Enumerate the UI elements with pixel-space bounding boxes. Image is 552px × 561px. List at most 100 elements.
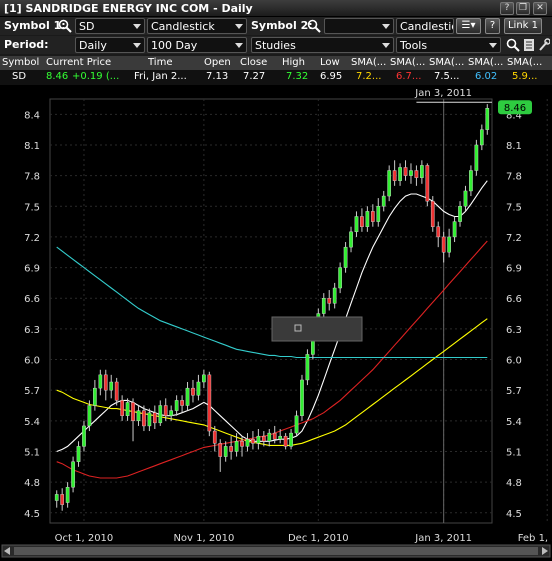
tools-select[interactable]: Tools	[396, 37, 501, 53]
candle-body	[202, 374, 206, 383]
quote-high: 7.32	[286, 71, 309, 82]
price-chart[interactable]: 4.5 4.5 4.8 4.8 5.1 5.1 5.4 5.4 5.7 5.7 6.0 6.0 6.3 6…	[0, 85, 552, 561]
restore-icon[interactable]: ❐	[516, 2, 530, 15]
candle-body	[474, 144, 479, 171]
menu-button[interactable]: ☰▾	[456, 18, 481, 34]
candle-body	[463, 190, 468, 207]
candle-body	[136, 410, 141, 422]
candle-body	[283, 435, 288, 447]
window-title: [1] SANDRIDGE ENERGY INC COM - Daily	[4, 2, 253, 15]
quote-symbol: SD	[12, 71, 27, 82]
candle-body	[152, 412, 157, 424]
candle-body	[109, 381, 114, 391]
candle-body	[207, 374, 212, 432]
quote-sma4: 6.02	[475, 71, 498, 82]
studies-value: Studies	[255, 39, 296, 52]
candle-body	[234, 441, 239, 452]
x-tick-label: Oct 1, 2010	[55, 533, 114, 544]
y-tick-label: 6.3	[24, 325, 40, 336]
candle-body	[409, 170, 413, 176]
candle-body	[251, 439, 255, 444]
symbol2-input[interactable]	[324, 18, 394, 34]
period-row: Period: Daily 100 Day Studies Tools	[0, 36, 552, 54]
y-tick-label: 6.9	[506, 264, 522, 275]
link-button[interactable]: Link 1	[504, 18, 542, 34]
y-tick-label: 5.7	[24, 386, 40, 397]
candle-body	[392, 170, 397, 181]
candle-body	[82, 425, 86, 447]
quote-header-cell: SMA(...	[390, 57, 426, 68]
y-tick-label: 4.8	[506, 478, 522, 489]
candle-body	[103, 374, 108, 391]
chevron-down-icon	[382, 43, 390, 48]
candle-body	[272, 432, 277, 440]
close-icon[interactable]: ✕	[533, 2, 547, 15]
help-icon[interactable]: ?	[500, 2, 514, 15]
help-button[interactable]: ?	[485, 18, 500, 34]
candle-body	[485, 107, 490, 130]
quote-header-cell: Open	[204, 57, 231, 68]
quote-header-cell: High	[282, 57, 305, 68]
quote-sma1: 7.2...	[356, 71, 382, 82]
candle-body	[229, 446, 233, 452]
candle-body	[65, 487, 70, 503]
quote-close: 7.27	[243, 71, 266, 82]
candle-body	[256, 435, 261, 444]
candle-body	[479, 129, 484, 146]
candle-body	[398, 167, 402, 181]
y-tick-label: 5.4	[506, 417, 522, 428]
y-tick-label: 6.3	[506, 325, 522, 336]
search-icon[interactable]	[307, 19, 321, 36]
candle-body	[131, 402, 135, 422]
zoom-icon[interactable]	[506, 38, 520, 55]
y-tick-label: 8.4	[24, 110, 40, 121]
candle-body	[300, 379, 304, 416]
candle-body	[169, 410, 174, 416]
candle-body	[327, 298, 332, 304]
y-tick-label: 6.9	[24, 264, 40, 275]
quote-row[interactable]: SD 8.46 +0.19 (... Fri, Jan 2... 7.13 7.…	[0, 70, 552, 85]
search-icon[interactable]	[58, 19, 72, 36]
candle-body	[332, 287, 337, 304]
y-tick-label: 7.5	[506, 202, 522, 213]
chart-type2-select[interactable]: Candlestick	[396, 18, 454, 34]
x-tick-label: Dec 1, 2010	[288, 533, 349, 544]
y-tick-label: 5.1	[506, 447, 522, 458]
wrench-icon[interactable]	[538, 38, 551, 55]
quote-time: Fri, Jan 2...	[134, 71, 187, 82]
candle-body	[87, 405, 92, 427]
candle-body	[430, 200, 435, 227]
price-chart-svg[interactable]: 4.5 4.5 4.8 4.8 5.1 5.1 5.4 5.4 5.7 5.7 6.0 6.0 6.3 6…	[0, 85, 552, 561]
window-titlebar: [1] SANDRIDGE ENERGY INC COM - Daily ? ❐…	[0, 0, 552, 17]
period-select[interactable]: Daily	[75, 37, 145, 53]
quote-price: 8.46	[46, 71, 69, 82]
candle-body	[120, 400, 124, 416]
quote-header: Symbol Current Price Time Open Close Hig…	[0, 56, 552, 70]
candle-body	[54, 494, 59, 501]
candle-body	[436, 226, 441, 238]
candle-body	[98, 374, 103, 389]
x-tick-label: Feb 1, 2011	[518, 533, 552, 544]
quote-header-cell: SMA(...	[429, 57, 465, 68]
range-select[interactable]: 100 Day	[147, 37, 247, 53]
symbol1-input[interactable]: SD	[75, 18, 145, 34]
candle-body	[185, 387, 190, 406]
y-tick-label: 8.1	[506, 141, 522, 152]
chart-type1-select[interactable]: Candlestick	[147, 18, 247, 34]
chevron-down-icon	[489, 43, 497, 48]
y-tick-label: 5.4	[24, 417, 40, 428]
candle-body	[441, 236, 446, 253]
symbol-row: Symbol 1: SD Candlestick Symbol 2: Candl…	[0, 17, 552, 35]
candle-body	[338, 267, 342, 289]
y-tick-label: 5.1	[24, 447, 40, 458]
candle-body	[458, 206, 462, 222]
period-label: Period:	[4, 38, 49, 51]
studies-select[interactable]: Studies	[251, 37, 394, 53]
settings-icon[interactable]	[523, 38, 535, 55]
candle-body	[114, 381, 119, 401]
candle-body	[387, 170, 392, 197]
candle-body	[343, 246, 348, 268]
quote-header-cell: SMA(...	[507, 57, 543, 68]
candle-body	[452, 221, 457, 238]
candle-body	[370, 211, 375, 222]
